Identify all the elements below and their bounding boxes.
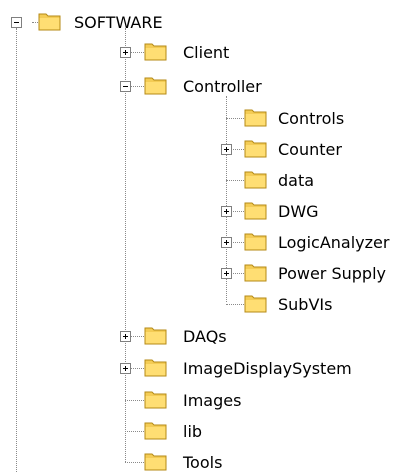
tree-node-label: LogicAnalyzer <box>278 233 390 252</box>
tree-node-label: Controls <box>278 109 345 128</box>
expand-toggle-icon[interactable] <box>120 331 131 342</box>
tree-node-label: Counter <box>278 140 342 159</box>
tree-node-lib[interactable]: lib <box>144 421 344 443</box>
tree-node-label: ImageDisplaySystem <box>183 359 352 378</box>
folder-icon <box>38 13 61 31</box>
tree-hline <box>226 304 244 305</box>
tree-hline <box>125 400 144 401</box>
tree-node-label: data <box>278 171 315 190</box>
expand-toggle-icon[interactable] <box>221 144 232 155</box>
folder-icon <box>244 140 267 158</box>
expand-toggle-icon[interactable] <box>221 237 232 248</box>
tree-node-logicanalyzer[interactable]: LogicAnalyzer <box>217 232 396 254</box>
folder-icon <box>244 295 267 313</box>
tree-node-label: DAQs <box>183 327 227 346</box>
tree-hline <box>226 180 244 181</box>
tree-node-power-supply[interactable]: Power Supply <box>217 263 396 285</box>
expand-toggle-icon[interactable] <box>120 363 131 374</box>
tree-node-subvis[interactable]: SubVIs <box>244 294 396 316</box>
tree-node-label: DWG <box>278 202 319 221</box>
tree-node-label: Controller <box>183 77 262 96</box>
tree-node-label: SubVIs <box>278 295 333 314</box>
folder-icon <box>144 359 167 377</box>
folder-icon <box>244 202 267 220</box>
folder-icon <box>144 327 167 345</box>
expand-toggle-icon[interactable] <box>221 206 232 217</box>
tree-node-software[interactable]: SOFTWARE <box>0 12 200 34</box>
tree-node-label: lib <box>183 422 203 441</box>
folder-icon <box>244 171 267 189</box>
tree-node-controller[interactable]: Controller <box>116 76 316 98</box>
tree-node-tools[interactable]: Tools <box>144 452 344 472</box>
folder-icon <box>244 264 267 282</box>
folder-icon <box>144 453 167 471</box>
tree-node-dwg[interactable]: DWG <box>217 201 396 223</box>
tree-node-images[interactable]: Images <box>144 390 344 412</box>
folder-icon <box>144 422 167 440</box>
tree-hline <box>125 462 144 463</box>
collapse-toggle-icon[interactable] <box>11 17 22 28</box>
expand-toggle-icon[interactable] <box>120 47 131 58</box>
folder-icon <box>244 109 267 127</box>
folder-icon <box>144 43 167 61</box>
tree-node-imagedisplaysystem[interactable]: ImageDisplaySystem <box>116 358 396 380</box>
tree-node-data[interactable]: data <box>244 170 396 192</box>
tree-node-daqs[interactable]: DAQs <box>116 326 316 348</box>
folder-icon <box>244 233 267 251</box>
tree-node-client[interactable]: Client <box>116 42 316 64</box>
tree-node-controls[interactable]: Controls <box>244 108 396 130</box>
tree-node-label: Client <box>183 43 230 62</box>
tree-line-root <box>16 28 17 472</box>
tree-node-counter[interactable]: Counter <box>217 139 396 161</box>
tree-node-label: Images <box>183 391 242 410</box>
tree-hline <box>125 431 144 432</box>
folder-icon <box>144 77 167 95</box>
expand-toggle-icon[interactable] <box>221 268 232 279</box>
folder-tree: SOFTWARE Client Controller Controls Coun… <box>0 0 396 472</box>
tree-node-label: Power Supply <box>278 264 386 283</box>
folder-icon <box>144 391 167 409</box>
tree-node-label: Tools <box>183 453 223 472</box>
collapse-toggle-icon[interactable] <box>120 81 131 92</box>
tree-hline <box>226 118 244 119</box>
tree-node-label: SOFTWARE <box>74 13 163 32</box>
